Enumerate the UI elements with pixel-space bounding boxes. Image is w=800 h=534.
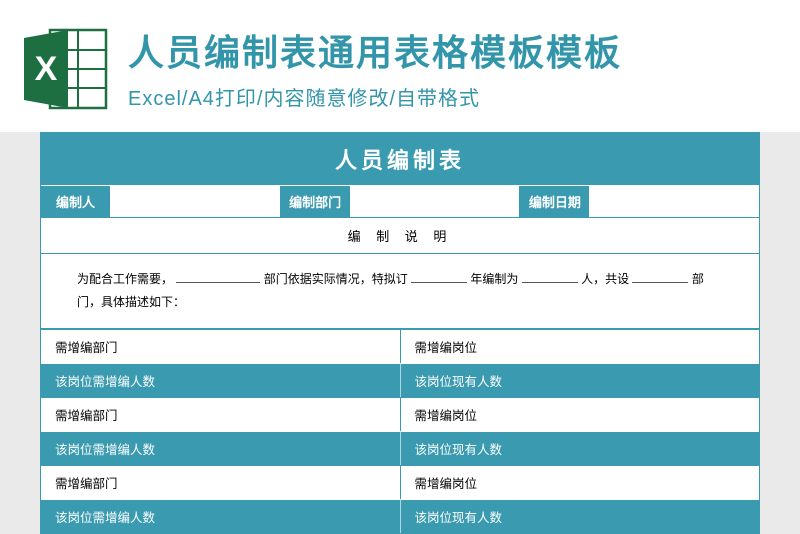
- section-heading: 编 制 说 明: [41, 217, 759, 254]
- page-subtitle: Excel/A4打印/内容随意修改/自带格式: [128, 82, 622, 111]
- blank-dept: [176, 271, 260, 283]
- svg-text:X: X: [35, 50, 58, 88]
- description-text: 为配合工作需要， 部门依据实际情况，特拟订 年编制为 人，共设 部 门，具体描述…: [41, 254, 759, 329]
- cell-left: 需增编部门: [41, 397, 400, 431]
- desc-frag-d: 人，共设: [581, 272, 629, 286]
- table-row: 该岗位需增编人数该岗位现有人数: [41, 499, 759, 533]
- page-title: 人员编制表通用表格模板模板: [128, 24, 622, 76]
- meta-person-value: [111, 186, 281, 217]
- blank-year: [411, 271, 467, 283]
- sheet-preview: 人员编制表 编制人 编制部门 编制日期 编 制 说 明 为配合工作需要， 部门依…: [0, 132, 800, 534]
- cell-right: 需增编岗位: [400, 329, 760, 363]
- desc-line2: 门，具体描述如下：: [77, 295, 185, 309]
- meta-date-value: [590, 186, 759, 217]
- rows-container: 需增编部门需增编岗位该岗位需增编人数该岗位现有人数需增编部门需增编岗位该岗位需增…: [41, 329, 759, 533]
- table-row: 该岗位需增编人数该岗位现有人数: [41, 363, 759, 397]
- meta-dept-value: [351, 186, 521, 217]
- sheet-title: 人员编制表: [41, 133, 759, 186]
- blank-count: [522, 271, 578, 283]
- cell-right: 需增编岗位: [400, 397, 760, 431]
- desc-frag-a: 为配合工作需要，: [77, 272, 173, 286]
- cell-left: 需增编部门: [41, 465, 400, 499]
- sheet: 人员编制表 编制人 编制部门 编制日期 编 制 说 明 为配合工作需要， 部门依…: [40, 132, 760, 534]
- table-row: 该岗位需增编人数该岗位现有人数: [41, 431, 759, 465]
- cell-right: 该岗位现有人数: [400, 499, 760, 533]
- cell-right: 需增编岗位: [400, 465, 760, 499]
- page-header: X 人员编制表通用表格模板模板 Excel/A4打印/内容随意修改/自带格式: [0, 0, 800, 132]
- title-block: 人员编制表通用表格模板模板 Excel/A4打印/内容随意修改/自带格式: [128, 24, 622, 111]
- blank-set: [632, 271, 688, 283]
- cell-left: 需增编部门: [41, 329, 400, 363]
- cell-left: 该岗位需增编人数: [41, 499, 400, 533]
- meta-person-label: 编制人: [41, 186, 111, 217]
- desc-frag-c: 年编制为: [470, 272, 518, 286]
- cell-left: 该岗位需增编人数: [41, 431, 400, 465]
- cell-right: 该岗位现有人数: [400, 431, 760, 465]
- meta-date-label: 编制日期: [520, 186, 590, 217]
- table-row: 需增编部门需增编岗位: [41, 465, 759, 499]
- meta-row: 编制人 编制部门 编制日期: [41, 186, 759, 217]
- excel-icon: X: [20, 24, 110, 114]
- cell-right: 该岗位现有人数: [400, 363, 760, 397]
- desc-frag-e: 部: [692, 272, 704, 286]
- meta-dept-label: 编制部门: [281, 186, 351, 217]
- desc-frag-b: 部门依据实际情况，特拟订: [264, 272, 408, 286]
- table-row: 需增编部门需增编岗位: [41, 329, 759, 363]
- cell-left: 该岗位需增编人数: [41, 363, 400, 397]
- table-row: 需增编部门需增编岗位: [41, 397, 759, 431]
